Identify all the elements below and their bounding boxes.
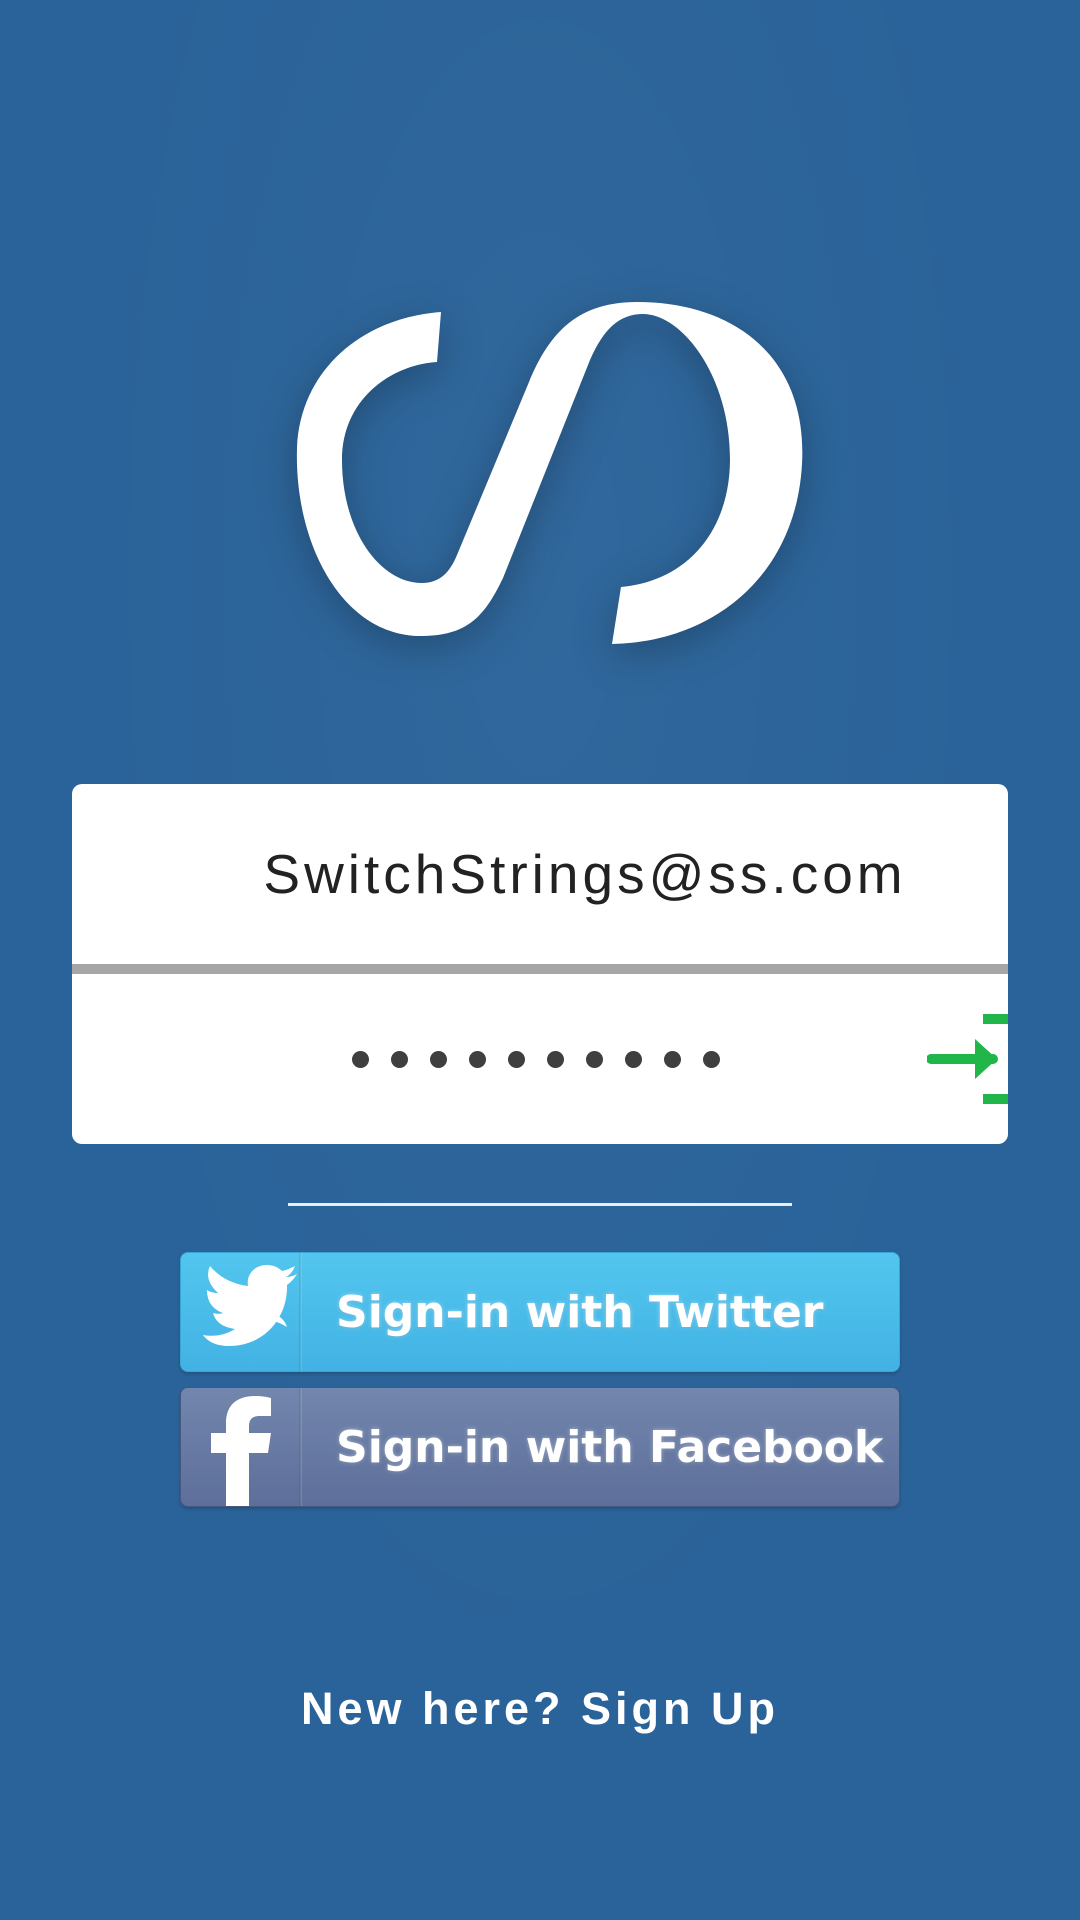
sign-in-arrow-icon[interactable] <box>927 1009 1008 1109</box>
section-divider <box>288 1203 792 1206</box>
facebook-f-icon <box>211 1396 271 1506</box>
twitter-signin-button[interactable]: Sign-in with Twitter <box>180 1252 900 1372</box>
password-dot <box>547 1050 564 1068</box>
email-field[interactable] <box>72 784 1008 964</box>
signup-link[interactable]: New here? Sign Up <box>0 1683 1080 1735</box>
password-dot <box>430 1050 447 1068</box>
login-card <box>72 784 1008 1144</box>
twitter-bird-icon <box>203 1265 297 1346</box>
facebook-separator <box>299 1388 302 1506</box>
email-field-container <box>72 784 1008 964</box>
password-dot <box>508 1050 525 1068</box>
password-dot <box>586 1050 603 1068</box>
password-dot <box>352 1050 369 1068</box>
twitter-separator <box>299 1253 302 1371</box>
field-divider <box>72 964 1008 974</box>
password-dot <box>391 1050 408 1068</box>
facebook-signin-label: Sign-in with Facebook <box>336 1422 884 1473</box>
switchstrings-logo-icon <box>296 302 803 644</box>
password-dot <box>664 1050 681 1068</box>
password-dot <box>469 1050 486 1068</box>
password-mask <box>352 974 802 1144</box>
login-screen: Sign-in with Twitter Sign-in with Facebo… <box>0 0 1080 1920</box>
password-field[interactable] <box>72 974 1008 1144</box>
password-dot <box>625 1050 642 1068</box>
facebook-icon-area <box>181 1388 301 1506</box>
twitter-icon-area <box>181 1253 301 1371</box>
password-dot <box>703 1050 720 1068</box>
twitter-signin-label: Sign-in with Twitter <box>336 1287 824 1338</box>
facebook-signin-button[interactable]: Sign-in with Facebook <box>180 1387 900 1507</box>
